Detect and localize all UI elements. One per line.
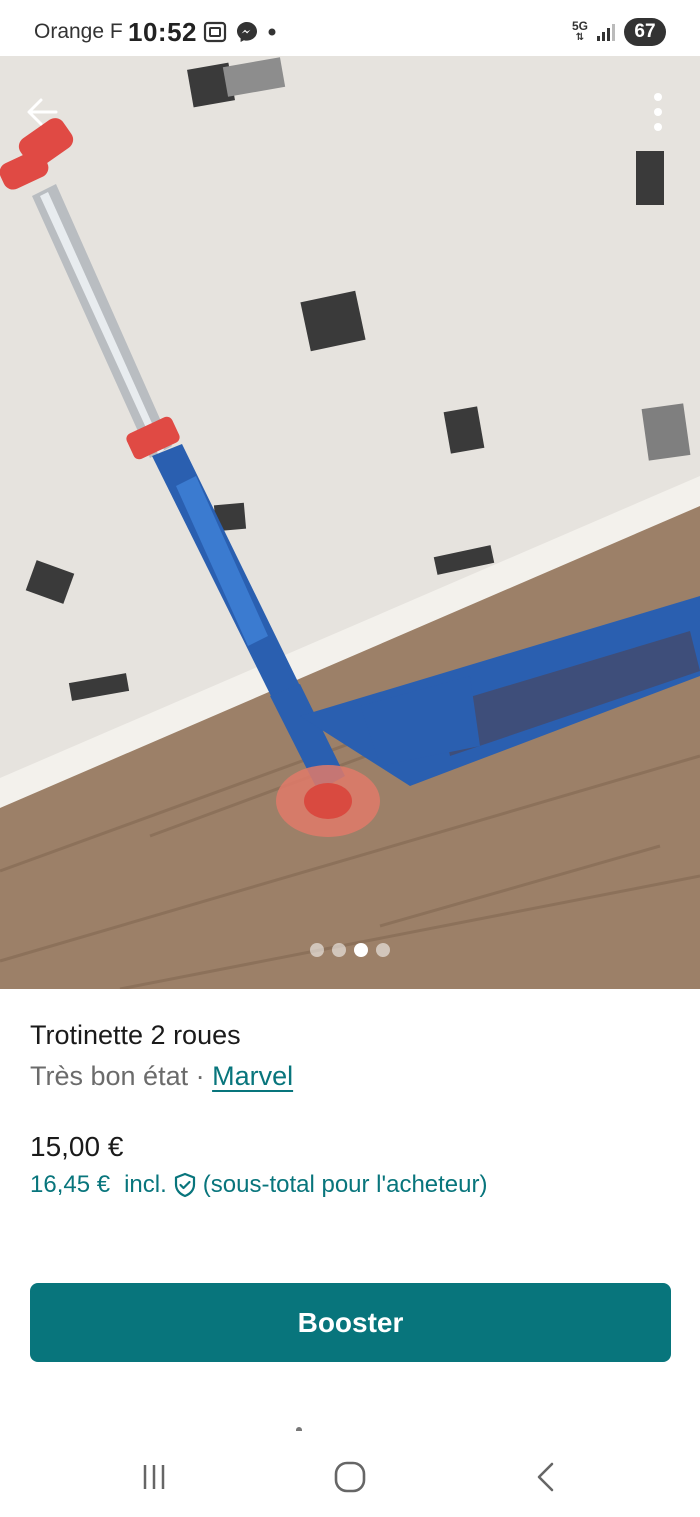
more-vertical-icon xyxy=(654,93,662,131)
pager-dot[interactable] xyxy=(354,943,368,957)
back-icon xyxy=(537,1462,554,1492)
system-nav-bar xyxy=(0,1437,700,1517)
network-type: 5G ⇅ xyxy=(571,19,588,43)
pager-dot[interactable] xyxy=(332,943,346,957)
pager-dot[interactable] xyxy=(310,943,324,957)
clock: 10:52 xyxy=(128,17,197,47)
home-button[interactable] xyxy=(320,1455,380,1499)
home-icon xyxy=(334,1461,366,1493)
incl-label: incl. xyxy=(124,1171,167,1198)
buyer-protection-price[interactable]: 16,45 € incl. (sous-total pour l'acheteu… xyxy=(30,1171,487,1199)
messenger-icon xyxy=(237,22,257,42)
photo-pager xyxy=(0,943,700,957)
incl-note: (sous-total pour l'acheteur) xyxy=(202,1171,488,1198)
system-icons: 5G ⇅ 67 xyxy=(572,18,666,46)
price-incl-value: 16,45 € xyxy=(30,1171,111,1198)
shield-check-icon xyxy=(174,1172,195,1198)
notification-dot-icon xyxy=(268,28,276,36)
brand-link[interactable]: Marvel xyxy=(212,1061,293,1091)
screenshot-icon xyxy=(203,21,227,43)
product-photo-carousel[interactable] xyxy=(0,56,700,989)
separator: · xyxy=(188,1061,213,1091)
item-subtitle: Très bon état · Marvel xyxy=(30,1061,670,1092)
recent-apps-icon xyxy=(143,1465,165,1489)
more-options-button[interactable] xyxy=(634,84,682,140)
back-button[interactable] xyxy=(14,84,70,140)
arrow-left-icon xyxy=(27,98,58,126)
partial-content-indicator xyxy=(296,1427,302,1431)
notification-icons xyxy=(203,20,277,44)
recent-apps-button[interactable] xyxy=(124,1455,184,1499)
booster-button[interactable]: Booster xyxy=(30,1283,671,1362)
battery-level: 67 xyxy=(624,18,666,46)
system-back-button[interactable] xyxy=(516,1455,576,1499)
pager-dot[interactable] xyxy=(376,943,390,957)
item-price: 15,00 € xyxy=(30,1131,124,1162)
status-bar: Orange F 10:52 5G ⇅ 67 xyxy=(0,0,700,62)
item-title: Trotinette 2 roues xyxy=(30,1020,241,1050)
item-condition: Très bon état xyxy=(30,1061,189,1091)
signal-icon xyxy=(597,24,615,41)
item-details: Trotinette 2 roues Très bon état · Marve… xyxy=(30,1020,670,1092)
carrier-label: Orange F xyxy=(34,20,123,43)
product-photo xyxy=(0,56,700,989)
